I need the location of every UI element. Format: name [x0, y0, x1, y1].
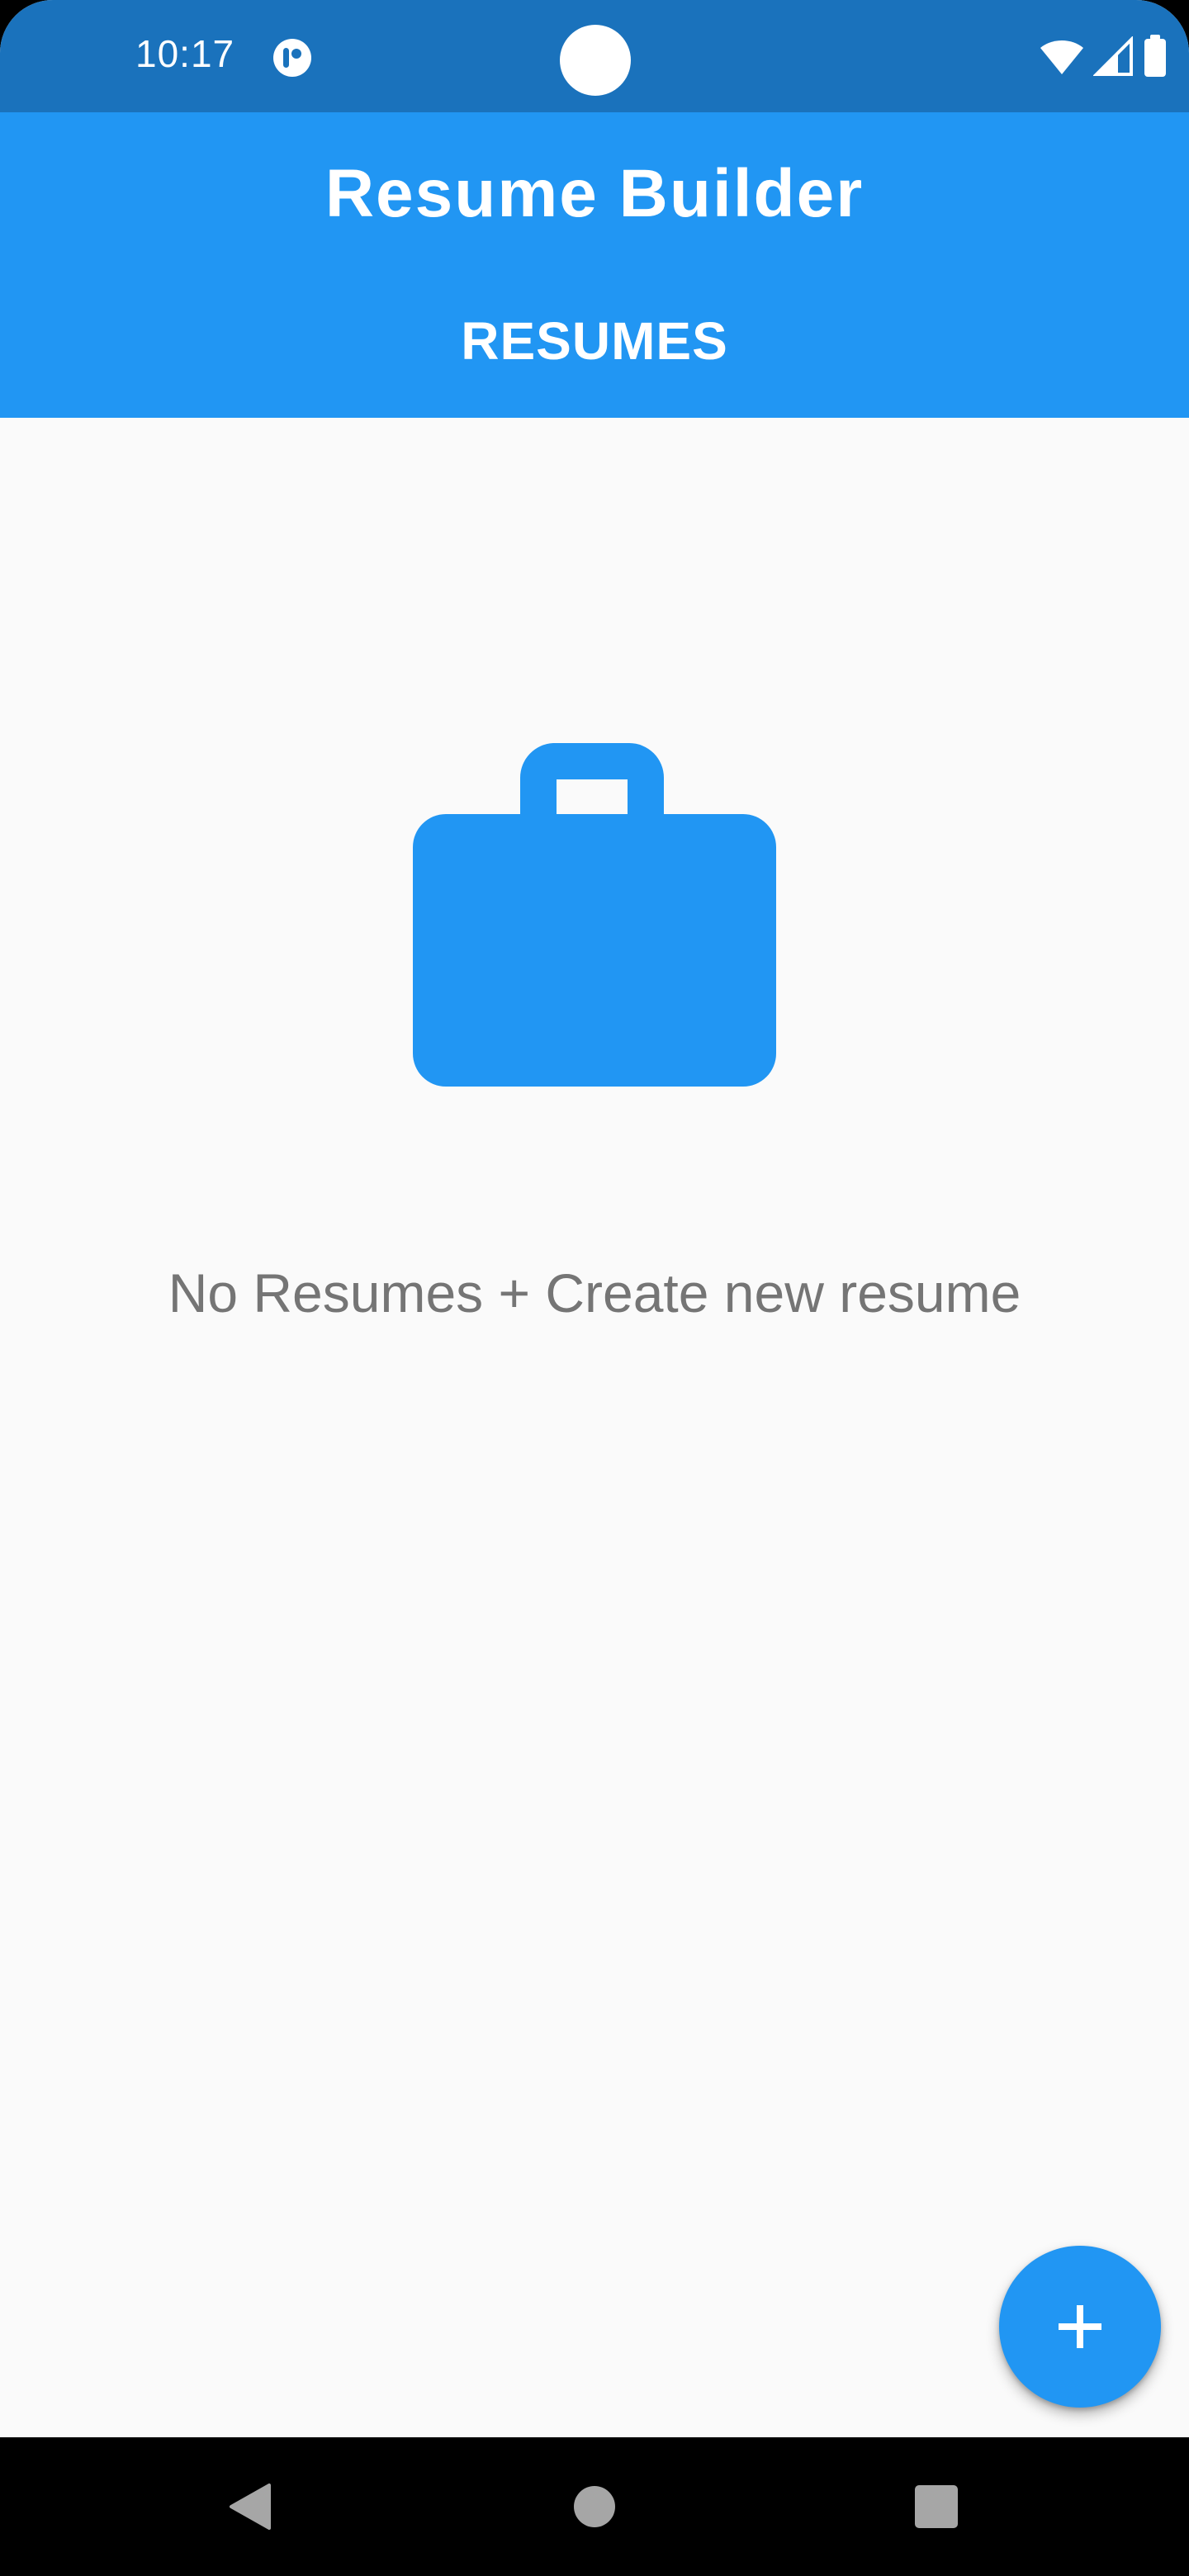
back-button[interactable] [216, 2474, 282, 2540]
recents-button[interactable] [903, 2474, 969, 2540]
system-nav-bar [0, 2437, 1189, 2576]
add-resume-button[interactable] [999, 2246, 1161, 2408]
briefcase-icon [413, 743, 776, 1087]
status-time: 10:17 [135, 32, 235, 75]
battery-icon [1144, 35, 1166, 77]
app-screen: 10:17 Resume Builder RESUMES No Resumes … [0, 0, 1189, 2576]
wifi-icon [1040, 40, 1083, 74]
app-bar: Resume Builder RESUMES [0, 112, 1189, 418]
notification-app-icon [273, 39, 311, 77]
home-button[interactable] [561, 2474, 628, 2540]
back-icon [230, 2484, 271, 2530]
add-icon [1059, 2305, 1101, 2348]
camera-cutout [560, 25, 631, 96]
empty-state-message: No Resumes + Create new resume [168, 1262, 1021, 1324]
page-title: Resume Builder [324, 156, 865, 231]
status-icons [1039, 33, 1168, 79]
signal-icon [1093, 36, 1133, 76]
status-bar: 10:17 [0, 0, 1189, 112]
recents-icon [915, 2485, 958, 2528]
home-icon [574, 2486, 615, 2527]
tab-resumes[interactable]: RESUMES [0, 310, 1189, 372]
